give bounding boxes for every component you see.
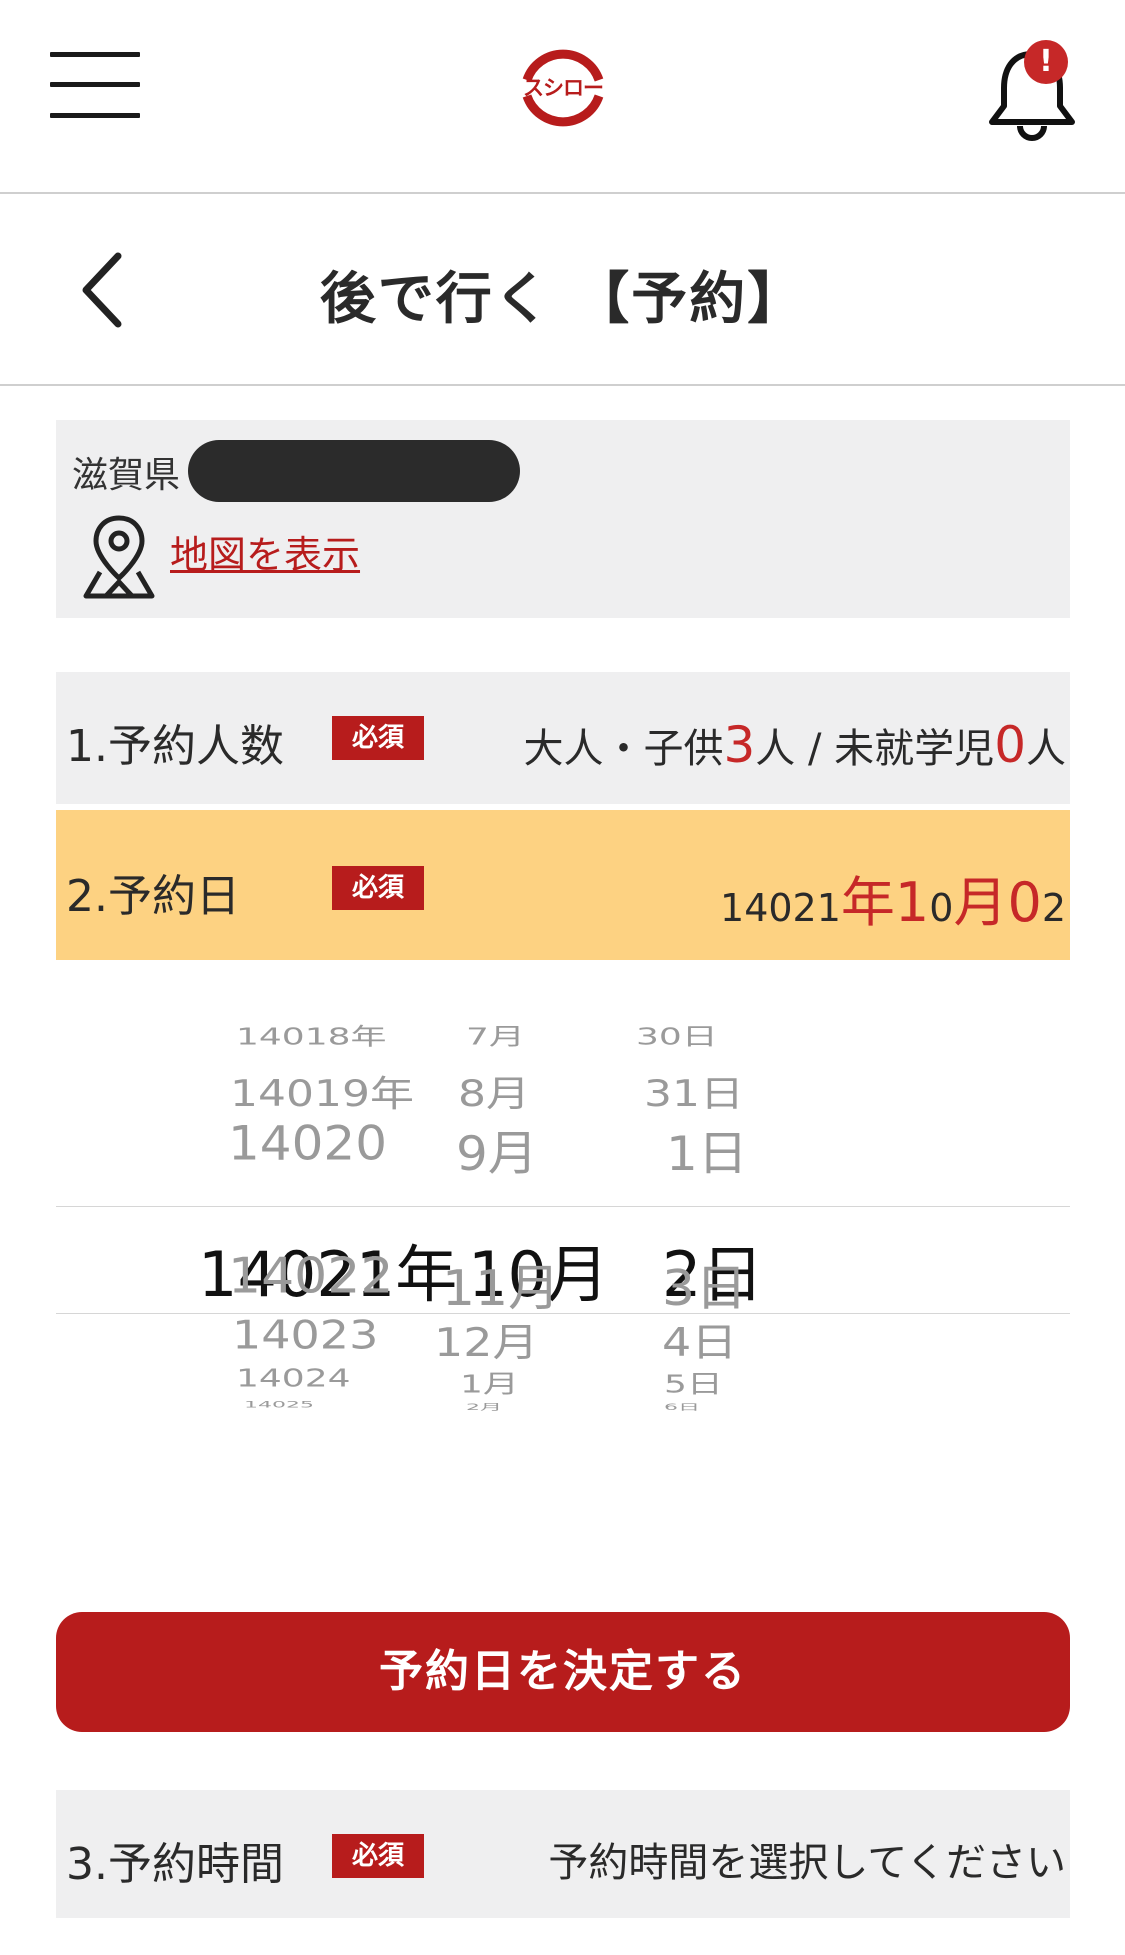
date-month-unit: 月	[953, 871, 1008, 934]
date-day-2: 2	[1041, 886, 1066, 930]
date-picker-wheel[interactable]: 14017年14018年14019年1402014021年14022140231…	[56, 1000, 1070, 1520]
picker-day-item[interactable]: 31日	[644, 1064, 744, 1116]
infant-count: 0	[994, 716, 1026, 774]
confirm-date-button[interactable]: 予約日を決定する	[56, 1612, 1070, 1732]
map-pin-icon[interactable]	[80, 512, 158, 602]
reservation-time-row[interactable]: 3.予約時間 必須 予約時間を選択してください	[56, 1790, 1070, 1918]
picker-day-item[interactable]: 6日	[664, 1400, 700, 1413]
date-year-unit: 年	[840, 871, 895, 934]
picker-month-item[interactable]: 12月	[434, 1312, 539, 1368]
page-title: 後で行く 【予約】	[319, 267, 806, 332]
picker-month-item[interactable]: 11月	[442, 1248, 560, 1319]
app-header: スシロー !	[0, 0, 1125, 194]
day-wheel[interactable]: 29日30日31日1日2日3日4日5日6日	[616, 1000, 896, 1520]
store-prefecture: 滋賀県	[72, 455, 181, 496]
party-size-value: 大人・子供3人 / 未就学児0人	[523, 716, 1066, 774]
picker-day-item[interactable]: 3日	[662, 1248, 747, 1319]
picker-month-item[interactable]: 2月	[466, 1400, 502, 1413]
reservation-date-value: 14021年10月02	[720, 858, 1066, 937]
reservation-time-value: 予約時間を選択してください	[548, 1840, 1066, 1886]
picker-year-item[interactable]: 14025	[244, 1400, 314, 1410]
reservation-time-label: 3.予約時間	[66, 1839, 284, 1890]
sushiro-logo: スシロー	[513, 40, 613, 132]
notification-badge: !	[1024, 40, 1068, 84]
store-info-panel: 滋賀県 地図を表示	[56, 420, 1070, 618]
picker-day-item[interactable]: 5日	[664, 1364, 723, 1400]
picker-day-item[interactable]: 4日	[662, 1312, 737, 1368]
reservation-date-label: 2.予約日	[66, 871, 240, 922]
hamburger-menu-icon[interactable]	[50, 52, 140, 118]
adult-count: 3	[723, 716, 756, 774]
notification-bell-icon[interactable]: !	[982, 36, 1082, 141]
reservation-date-row[interactable]: 2.予約日 必須 14021年10月02	[56, 810, 1070, 960]
title-bar: 後で行く 【予約】	[0, 196, 1125, 386]
picker-day-item[interactable]: 1日	[666, 1116, 748, 1184]
party-size-row[interactable]: 1.予約人数 必須 大人・子供3人 / 未就学児0人	[56, 672, 1070, 804]
date-month-1: 1	[894, 871, 930, 934]
logo-text: スシロー	[523, 76, 604, 100]
picker-year-item[interactable]: 14024	[236, 1364, 351, 1393]
required-badge: 必須	[332, 1834, 424, 1878]
picker-month-item[interactable]: 8月	[458, 1064, 530, 1116]
picker-month-item[interactable]: 1月	[460, 1364, 519, 1400]
required-badge: 必須	[332, 716, 424, 760]
party-prefix: 大人・子供	[523, 726, 724, 772]
date-day-1: 0	[1007, 871, 1042, 934]
party-unit-1: 人 / 未就学児	[755, 726, 995, 772]
date-year: 14021	[720, 886, 841, 930]
date-month-2: 0	[929, 886, 954, 930]
picker-month-item[interactable]: 7月	[466, 1018, 525, 1052]
party-unit-2: 人	[1026, 726, 1066, 772]
required-badge: 必須	[332, 866, 424, 910]
redacted-store-name	[188, 440, 520, 502]
party-size-label: 1.予約人数	[66, 721, 284, 772]
picker-day-item[interactable]: 30日	[636, 1018, 718, 1052]
show-map-link[interactable]: 地図を表示	[170, 524, 360, 579]
month-wheel[interactable]: 6月7月8月9月10月11月12月1月2月	[356, 1000, 656, 1520]
picker-month-item[interactable]: 9月	[456, 1116, 538, 1184]
